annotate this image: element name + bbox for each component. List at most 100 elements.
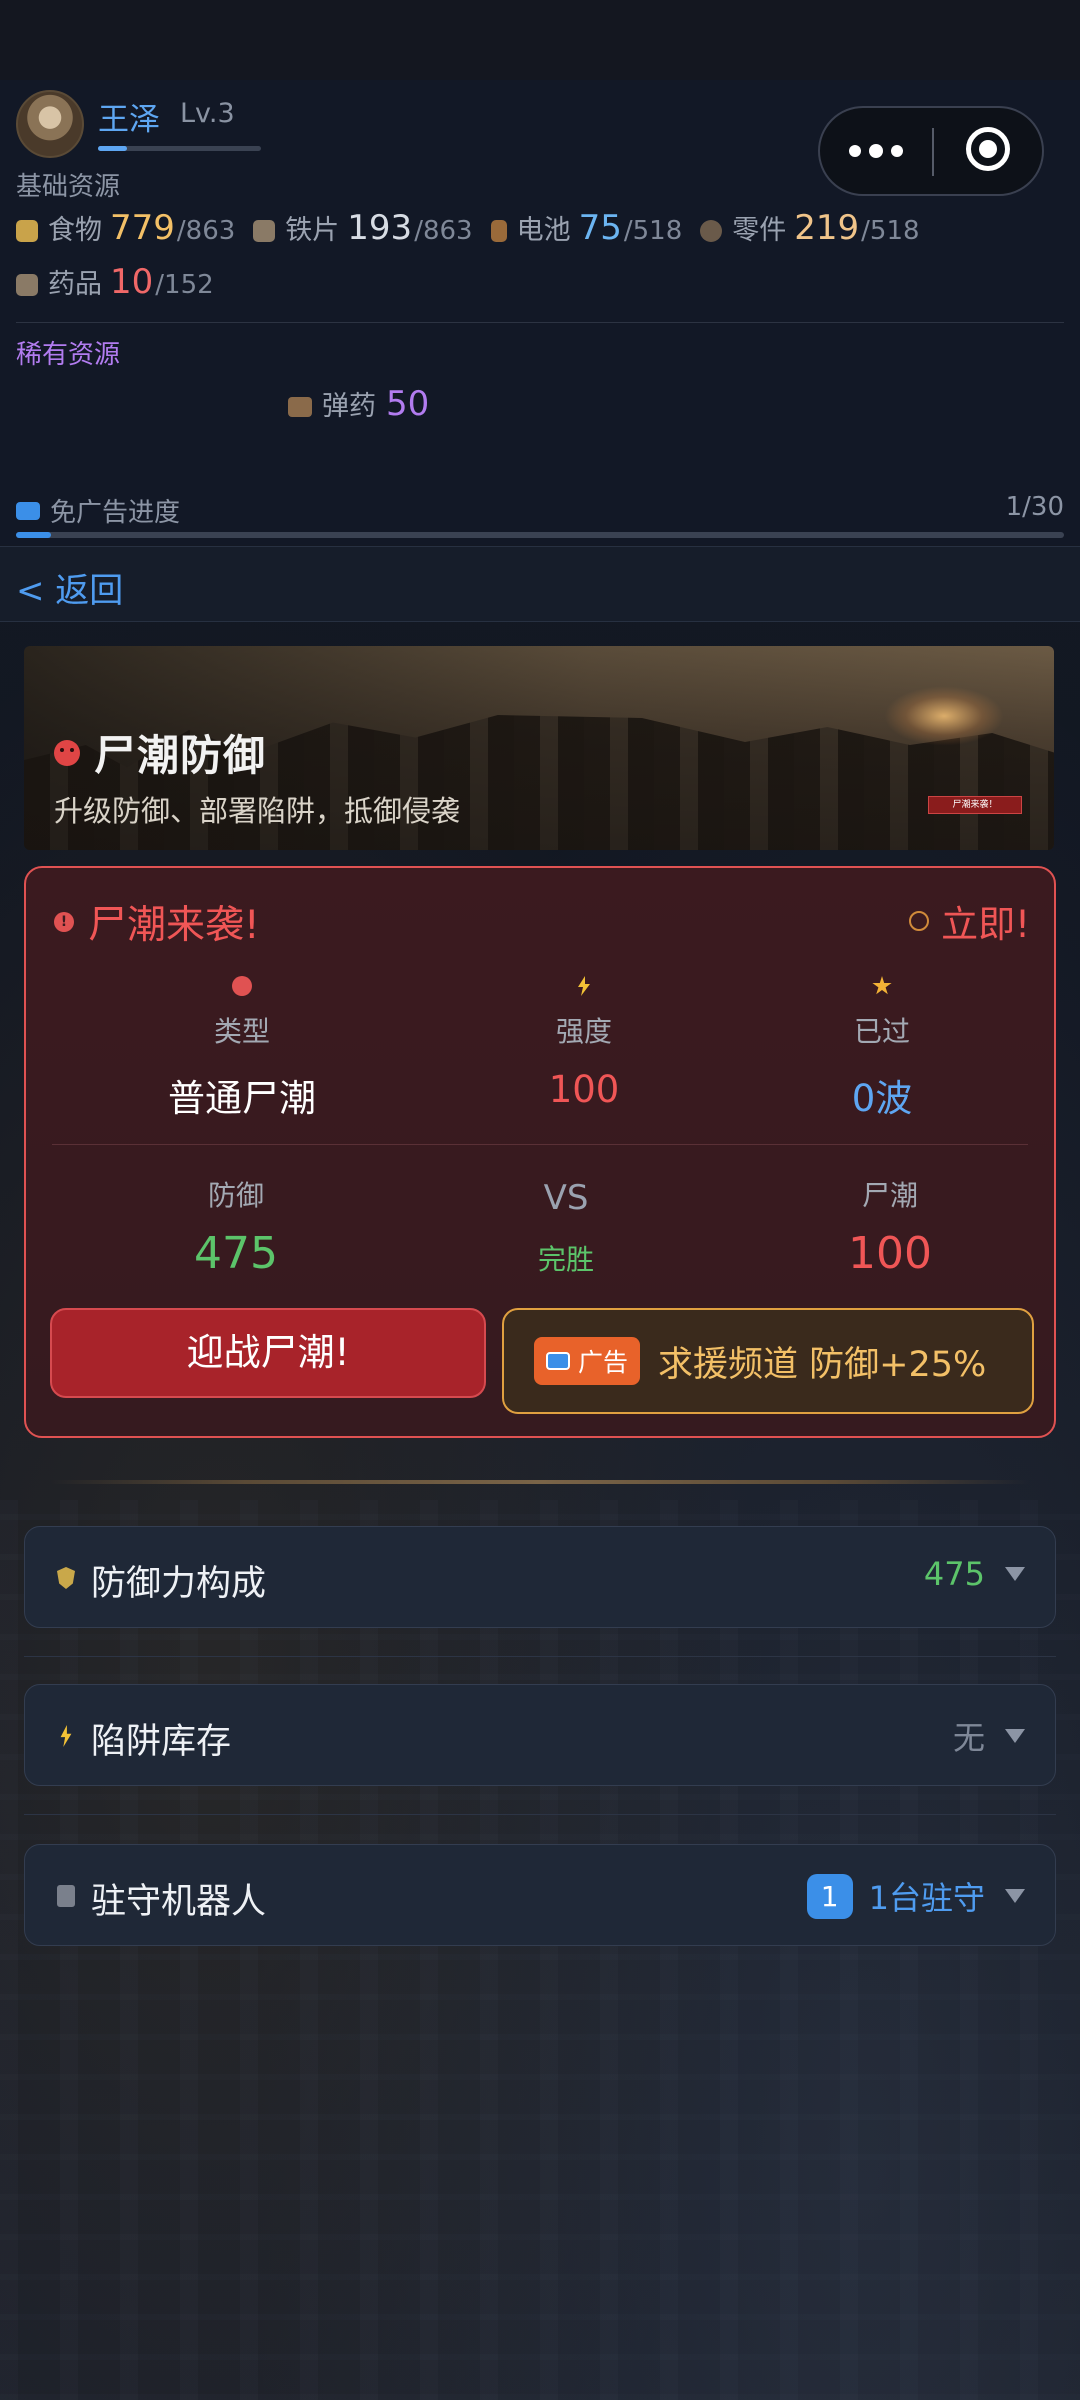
resource-parts[interactable]: 零件 219 /518 xyxy=(700,208,920,248)
resource-max: /863 xyxy=(414,216,473,246)
player-name: 王泽 xyxy=(98,102,160,138)
ad-progress-text: 免广告进度 xyxy=(50,498,181,528)
ad-tag-label: 广告 xyxy=(578,1348,629,1377)
tv-icon xyxy=(546,1352,570,1370)
resource-value: 219 xyxy=(794,208,860,248)
lightning-icon xyxy=(578,976,590,996)
battery-icon xyxy=(490,220,507,242)
avatar[interactable] xyxy=(16,90,84,158)
parts-icon xyxy=(700,220,723,242)
skull-icon xyxy=(54,739,80,766)
resource-name: 药品 xyxy=(48,269,102,300)
resource-name: 弹药 xyxy=(322,391,376,422)
skull-icon xyxy=(232,976,252,996)
stat-type: 类型 普通尸潮 xyxy=(132,976,352,1122)
chevron-down-icon xyxy=(1005,1729,1025,1743)
basic-resources-label: 基础资源 xyxy=(16,172,121,202)
robot-icon xyxy=(57,1885,75,1907)
resource-iron[interactable]: 铁片 193 /863 xyxy=(253,208,473,248)
xp-bar-fill xyxy=(98,146,128,151)
section-trap-inventory[interactable]: 陷阱库存 无 xyxy=(24,1684,1056,1786)
back-button[interactable]: < 返回 xyxy=(16,563,123,612)
defense-block: 防御 475 xyxy=(126,1174,346,1279)
capsule-divider xyxy=(932,128,934,176)
horde-label: 尸潮 xyxy=(861,1179,918,1212)
stat-value: 100 xyxy=(548,1068,620,1111)
close-target-icon[interactable] xyxy=(966,127,1010,171)
banner-title-row: 尸潮防御 xyxy=(54,722,266,783)
stat-value: 普通尸潮 xyxy=(168,1077,316,1120)
horde-value: 100 xyxy=(848,1228,932,1279)
section-title: 陷阱库存 xyxy=(91,1722,232,1762)
more-menu-icon[interactable] xyxy=(820,108,932,194)
page-title: 尸潮防御 xyxy=(94,731,267,780)
resource-name: 食物 xyxy=(48,215,102,246)
chevron-down-icon xyxy=(1005,1567,1025,1581)
resource-max: /863 xyxy=(176,216,236,246)
defense-value: 475 xyxy=(194,1228,278,1279)
resource-battery[interactable]: 电池 75 /518 xyxy=(490,208,683,248)
banner-alert-tag: 尸潮来袭！ xyxy=(928,796,1022,814)
ad-progress-count: 1/30 xyxy=(1005,492,1064,522)
fight-horde-button[interactable]: 迎战尸潮! xyxy=(50,1308,486,1398)
clock-icon xyxy=(909,911,930,931)
stat-label: 已过 xyxy=(853,1015,910,1048)
ornament-divider xyxy=(50,1480,1030,1484)
status-bar xyxy=(0,0,1080,80)
player-header: 王泽 Lv.3 基础资源 食物 779 /863 铁片 193 /863 电池 … xyxy=(0,80,1080,545)
background-city-art xyxy=(0,1500,1080,2400)
ad-tag: 广告 xyxy=(534,1337,641,1385)
section-title: 驻守机器人 xyxy=(91,1882,267,1922)
resource-name: 电池 xyxy=(516,215,571,246)
horde-defense-banner: 尸潮来袭！ 尸潮防御 升级防御、部署陷阱，抵御侵袭 xyxy=(24,646,1054,850)
resource-row-1: 食物 779 /863 铁片 193 /863 电池 75 /518 零件 21… xyxy=(16,208,938,248)
section-defense-composition[interactable]: 防御力构成 475 xyxy=(24,1526,1056,1628)
medicine-box-icon xyxy=(16,274,38,296)
alert-header: ! 尸潮来袭! xyxy=(54,894,260,950)
defense-label: 防御 xyxy=(207,1179,264,1212)
resource-value: 10 xyxy=(110,262,154,302)
stat-waves-passed: 已过 0波 xyxy=(772,976,992,1122)
resource-max: /518 xyxy=(623,216,683,246)
alert-timing: 立即! xyxy=(909,894,1030,948)
ad-progress-fill xyxy=(16,532,51,538)
section-guard-robots[interactable]: 驻守机器人 1 1台驻守 xyxy=(24,1844,1056,1946)
vs-text: VS xyxy=(543,1178,589,1218)
help-channel-ad-button[interactable]: 广告 求援频道 防御+25% xyxy=(502,1308,1034,1414)
shield-icon xyxy=(57,1567,75,1589)
stat-intensity: 强度 100 xyxy=(474,976,694,1111)
section-value: 475 xyxy=(923,1555,985,1593)
horde-alert-card: ! 尸潮来袭! 立即! 类型 普通尸潮 强度 100 已过 0波 防御 475 … xyxy=(24,866,1056,1438)
stat-label: 强度 xyxy=(555,1015,612,1048)
resource-value: 75 xyxy=(578,208,622,248)
resource-ammo[interactable]: 弹药 50 xyxy=(288,384,429,424)
resource-medicine[interactable]: 药品 10 /152 xyxy=(16,262,214,302)
nav-bar: < 返回 xyxy=(0,546,1080,622)
ad-progress-bar xyxy=(16,532,1064,538)
robot-count-badge: 1 xyxy=(806,1873,853,1919)
alert-timing-text: 立即! xyxy=(941,903,1030,946)
xp-bar xyxy=(98,146,261,151)
chevron-down-icon xyxy=(1005,1889,1025,1903)
resource-value: 779 xyxy=(110,208,175,248)
section-summary: 475 xyxy=(924,1555,1025,1593)
vs-block: VS 完胜 xyxy=(486,1178,646,1278)
resource-max: /518 xyxy=(861,216,920,246)
resource-name: 零件 xyxy=(732,215,787,246)
tv-icon xyxy=(16,501,40,520)
resource-row-2: 药品 10 /152 xyxy=(16,262,232,302)
miniprogram-capsule xyxy=(818,106,1044,196)
alert-title: 尸潮来袭! xyxy=(88,903,260,948)
section-summary: 无 xyxy=(953,1713,1025,1759)
lightning-icon xyxy=(60,1725,72,1747)
resource-divider xyxy=(16,322,1064,323)
iron-plates-icon xyxy=(253,220,276,242)
warning-icon: ! xyxy=(54,912,74,932)
resource-food[interactable]: 食物 779 /863 xyxy=(16,208,235,248)
resource-name: 铁片 xyxy=(285,215,340,246)
stat-value: 0波 xyxy=(851,1077,913,1120)
star-icon xyxy=(872,976,892,995)
horde-block: 尸潮 100 xyxy=(780,1174,1000,1279)
section-title: 防御力构成 xyxy=(91,1564,267,1604)
battle-prediction: 完胜 xyxy=(537,1243,594,1276)
